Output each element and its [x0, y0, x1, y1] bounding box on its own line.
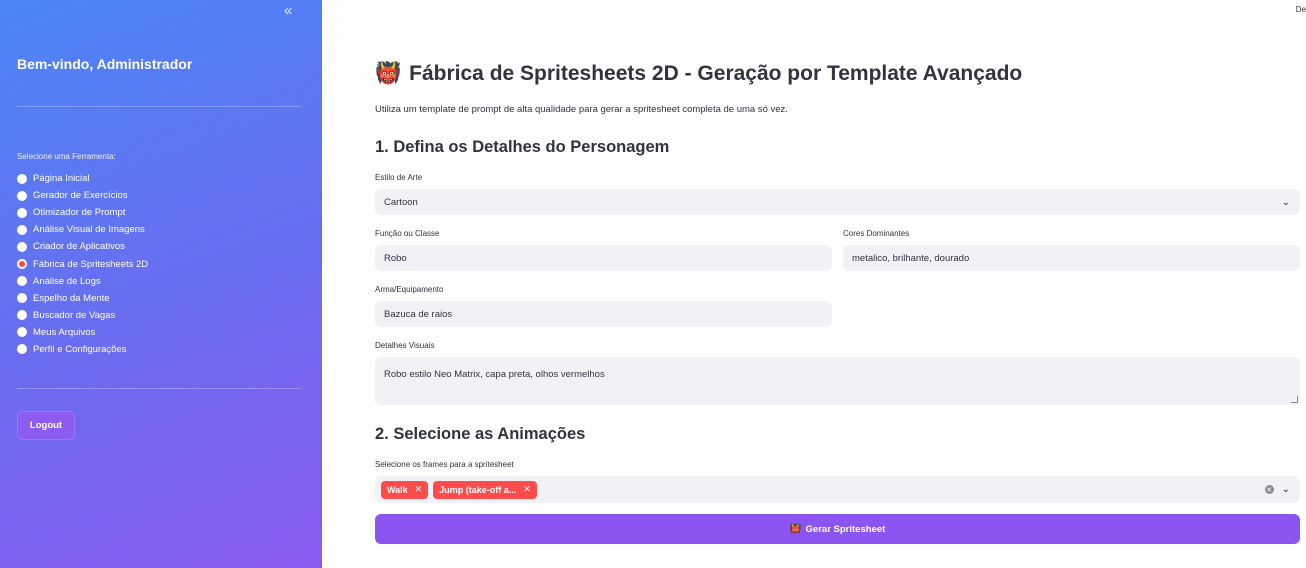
- sidebar-radio-item[interactable]: Meus Arquivos: [17, 324, 148, 341]
- generate-label: Gerar Spritesheet: [805, 523, 886, 535]
- sidebar-radio-label: Página Inicial: [33, 173, 90, 185]
- function-label: Função ou Classe: [375, 229, 440, 238]
- weapon-value: Bazuca de raios: [384, 308, 453, 320]
- sidebar-radio-label: Meus Arquivos: [33, 326, 96, 338]
- radio-icon[interactable]: [17, 276, 27, 287]
- sidebar-radio-item[interactable]: Espelho da Mente: [17, 290, 148, 307]
- sidebar-radio-label: Análise Visual de Imagens: [33, 224, 145, 236]
- sidebar-divider: [17, 388, 301, 389]
- welcome-heading: Bem-vindo, Administrador: [17, 56, 193, 72]
- sidebar-radio-label: Espelho da Mente: [33, 292, 110, 304]
- radio-selected-icon[interactable]: [17, 259, 27, 270]
- sidebar-divider: [17, 106, 301, 107]
- remove-tag-icon[interactable]: ✕: [415, 484, 423, 495]
- colors-label: Cores Dominantes: [843, 229, 910, 238]
- frame-tag[interactable]: Walk ✕: [381, 480, 429, 499]
- resize-handle-icon[interactable]: [1291, 396, 1298, 403]
- sidebar-radio-item[interactable]: Fábrica de Spritesheets 2D: [17, 255, 148, 272]
- frame-tag-label: Jump (take-off a...: [439, 484, 517, 495]
- art-style-label: Estilo de Arte: [375, 173, 423, 182]
- details-label: Detalhes Visuais: [375, 341, 435, 350]
- sidebar-radio-item[interactable]: Gerador de Exercícios: [17, 187, 148, 204]
- radio-icon[interactable]: [17, 224, 27, 235]
- sidebar-radio-label: Buscador de Vagas: [33, 309, 116, 321]
- sidebar-radio-item[interactable]: Buscador de Vagas: [17, 307, 148, 324]
- details-value: Robo estilo Neo Matrix, capa preta, olho…: [384, 369, 605, 380]
- sidebar-radio-item[interactable]: Análise de Logs: [17, 273, 148, 290]
- sidebar: « Bem-vindo, Administrador Selecione uma…: [0, 0, 322, 568]
- frames-label: Selecione os frames para a spritesheet: [375, 460, 514, 469]
- ogre-icon: 👹: [789, 523, 802, 535]
- radio-icon[interactable]: [17, 207, 27, 218]
- function-value: Robo: [384, 252, 407, 264]
- generate-spritesheet-button[interactable]: 👹 Gerar Spritesheet: [375, 514, 1300, 544]
- colors-input[interactable]: metalico, brilhante, dourado: [843, 245, 1300, 271]
- frames-tags: Walk ✕ Jump (take-off a... ✕: [381, 480, 542, 499]
- radio-icon[interactable]: [17, 344, 27, 355]
- radio-icon[interactable]: [17, 310, 27, 321]
- art-style-value: Cartoon: [384, 196, 418, 208]
- sidebar-radio-item[interactable]: Criador de Aplicativos: [17, 238, 148, 255]
- sidebar-radio-item[interactable]: Perfil e Configurações: [17, 341, 148, 358]
- art-style-select[interactable]: Cartoon ⌄: [375, 189, 1300, 215]
- radio-icon[interactable]: [17, 190, 27, 201]
- section-character-heading: 1. Defina os Detalhes do Personagem: [375, 138, 670, 156]
- sidebar-radio-label: Fábrica de Spritesheets 2D: [33, 258, 149, 270]
- remove-tag-icon[interactable]: ✕: [523, 484, 531, 495]
- sidebar-radio-item[interactable]: Página Inicial: [17, 170, 148, 187]
- section-animations-heading: 2. Selecione as Animações: [375, 425, 586, 443]
- page-title-text: Fábrica de Spritesheets 2D - Geração por…: [409, 62, 1023, 85]
- sidebar-radio-label: Gerador de Exercícios: [33, 190, 128, 202]
- weapon-label: Arma/Equipamento: [375, 285, 444, 294]
- collapse-sidebar-icon[interactable]: «: [284, 2, 292, 19]
- weapon-input[interactable]: Bazuca de raios: [375, 301, 832, 327]
- sidebar-radio-label: Criador de Aplicativos: [33, 241, 125, 253]
- clear-icon[interactable]: ✕: [1264, 485, 1274, 494]
- sidebar-radio-label: Perfil e Configurações: [33, 343, 127, 355]
- sidebar-radio-item[interactable]: Análise Visual de Imagens: [17, 221, 148, 238]
- frames-multiselect[interactable]: Walk ✕ Jump (take-off a... ✕ ✕ ⌄: [375, 476, 1300, 503]
- page-subtitle: Utiliza um template de prompt de alta qu…: [375, 104, 788, 115]
- ogre-icon: 👹: [375, 62, 402, 85]
- frame-tag[interactable]: Jump (take-off a... ✕: [433, 480, 537, 499]
- top-right-text: De: [1295, 5, 1306, 14]
- page-title: 👹 Fábrica de Spritesheets 2D - Geração p…: [375, 62, 1022, 86]
- sidebar-radio-label: Análise de Logs: [33, 275, 101, 287]
- function-input[interactable]: Robo: [375, 245, 832, 271]
- tool-select-label: Selecione uma Ferramenta:: [17, 152, 116, 161]
- frame-tag-label: Walk: [387, 484, 408, 495]
- radio-icon[interactable]: [17, 241, 27, 252]
- radio-icon[interactable]: [17, 293, 27, 304]
- chevron-down-icon: ⌄: [1281, 196, 1290, 208]
- logout-button[interactable]: Logout: [17, 411, 75, 440]
- chevron-down-icon[interactable]: ⌄: [1282, 484, 1290, 495]
- radio-icon[interactable]: [17, 327, 27, 338]
- sidebar-radio-item[interactable]: Otimizador de Prompt: [17, 204, 148, 221]
- details-textarea[interactable]: Robo estilo Neo Matrix, capa preta, olho…: [375, 357, 1300, 405]
- sidebar-radio-label: Otimizador de Prompt: [33, 207, 126, 219]
- multiselect-controls: ✕ ⌄: [1264, 484, 1290, 495]
- tool-radio-group: Página Inicial Gerador de Exercícios Otimi…: [17, 170, 148, 358]
- radio-icon[interactable]: [17, 173, 27, 184]
- colors-value: metalico, brilhante, dourado: [852, 252, 970, 264]
